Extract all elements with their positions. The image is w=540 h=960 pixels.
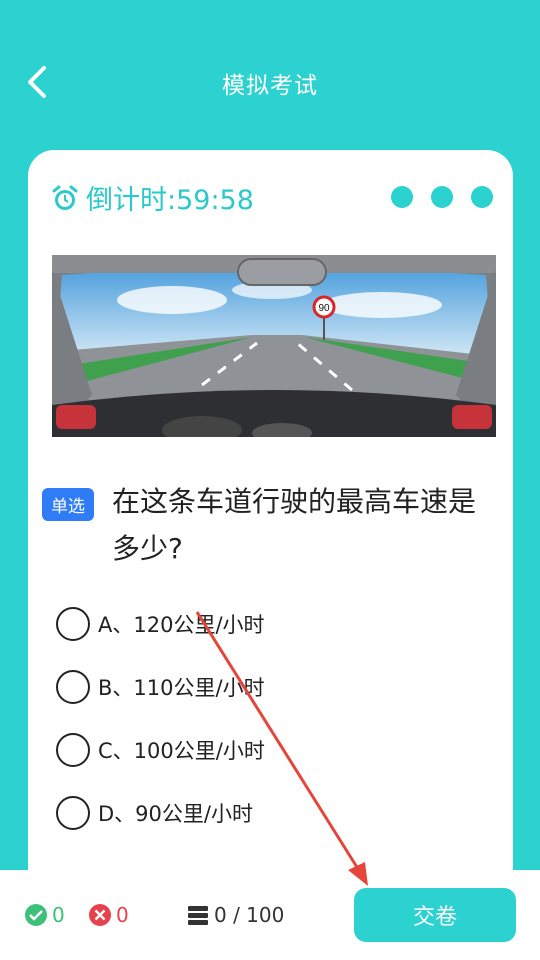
option-label: D、90公里/小时 bbox=[98, 801, 253, 826]
question-progress[interactable]: 0 / 100 bbox=[186, 903, 284, 927]
submit-button[interactable]: 交卷 bbox=[354, 888, 516, 942]
alarm-clock-icon bbox=[52, 185, 78, 210]
option-d[interactable]: D、90公里/小时 bbox=[56, 781, 265, 844]
dot-icon bbox=[431, 186, 453, 208]
question-type-tag: 单选 bbox=[42, 488, 94, 521]
option-b[interactable]: B、110公里/小时 bbox=[56, 655, 265, 718]
check-circle-icon bbox=[25, 904, 47, 926]
question-block: 单选 在这条车道行驶的最高车速是多少? bbox=[42, 478, 482, 572]
progress-value: 0 / 100 bbox=[214, 903, 285, 927]
footer-bar: 0 0 0 / 100 交卷 bbox=[0, 870, 540, 960]
correct-count-value: 0 bbox=[52, 903, 65, 927]
more-menu[interactable] bbox=[391, 186, 493, 208]
radio-icon bbox=[56, 732, 90, 767]
wrong-count-value: 0 bbox=[116, 903, 129, 927]
list-icon bbox=[188, 906, 208, 925]
wrong-count: 0 bbox=[88, 903, 129, 927]
question-card: 倒计时:59:58 90 单选 在这条车道行驶的最高车速是多少? A、120公里… bbox=[28, 150, 513, 910]
option-label: B、110公里/小时 bbox=[98, 675, 265, 700]
x-circle-icon bbox=[89, 904, 111, 926]
question-image: 90 bbox=[52, 255, 496, 437]
dot-icon bbox=[471, 186, 493, 208]
correct-count: 0 bbox=[24, 903, 65, 927]
radio-icon bbox=[56, 669, 90, 704]
timer-text: 倒计时:59:58 bbox=[86, 185, 254, 216]
radio-icon bbox=[56, 606, 90, 641]
option-a[interactable]: A、120公里/小时 bbox=[56, 592, 265, 655]
option-c[interactable]: C、100公里/小时 bbox=[56, 718, 265, 781]
speed-sign-value: 90 bbox=[318, 303, 330, 314]
question-text: 在这条车道行驶的最高车速是多少? bbox=[112, 485, 477, 565]
dot-icon bbox=[391, 186, 413, 208]
option-label: C、100公里/小时 bbox=[98, 738, 265, 763]
countdown-timer: 倒计时:59:58 bbox=[50, 178, 254, 217]
options-list: A、120公里/小时 B、110公里/小时 C、100公里/小时 D、90公里/… bbox=[56, 592, 265, 844]
page-title: 模拟考试 bbox=[222, 73, 318, 99]
radio-icon bbox=[56, 795, 90, 830]
option-label: A、120公里/小时 bbox=[98, 612, 265, 637]
header: 模拟考试 bbox=[0, 0, 540, 150]
